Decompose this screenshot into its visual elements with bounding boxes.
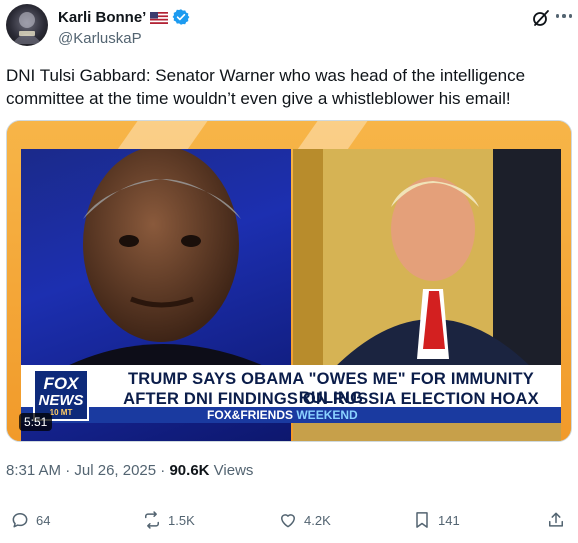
heart-icon <box>281 514 295 528</box>
bookmark-icon <box>416 512 428 528</box>
avatar-image <box>12 12 42 44</box>
name-line: Karli Bonne’ <box>58 6 190 28</box>
program-suffix: WEEKEND <box>296 408 358 422</box>
logo-top: FOX <box>43 374 79 393</box>
meta-separator-2: · <box>156 462 170 479</box>
repost-icon <box>145 511 159 529</box>
video-duration: 5:51 <box>19 413 53 431</box>
views-count: 90.6K <box>169 462 210 479</box>
share-button[interactable] <box>546 510 566 530</box>
us-flag-icon <box>150 11 169 24</box>
news-chyron: TRUMP SAYS OBAMA "OWES ME" FOR IMMUNITY … <box>21 365 561 413</box>
verified-badge-icon[interactable] <box>172 8 190 26</box>
repost-count: 1.5K <box>168 512 195 528</box>
repost-button[interactable]: 1.5K <box>142 510 195 530</box>
tweet-header: Karli Bonne’ @KarluskaP <box>6 4 572 50</box>
logo-bottom: NEWS <box>38 392 84 409</box>
handle[interactable]: @KarluskaP <box>58 30 142 47</box>
display-name[interactable]: Karli Bonne’ <box>58 9 146 26</box>
reply-icon <box>12 513 28 528</box>
tweet-text: DNI Tulsi Gabbard: Senator Warner who wa… <box>6 66 526 108</box>
program-name: FOX&FRIENDS WEEKEND <box>207 408 358 422</box>
bookmark-button[interactable]: 141 <box>412 510 460 530</box>
portrait-right-image <box>293 149 561 369</box>
reply-count: 64 <box>36 512 51 528</box>
tweet-time[interactable]: 8:31 AM <box>6 462 61 479</box>
reply-button[interactable]: 64 <box>10 510 50 530</box>
bookmark-count: 141 <box>438 512 460 528</box>
tweet-actions: 64 1.5K 4.2K 141 <box>6 510 572 538</box>
like-count: 4.2K <box>304 512 331 528</box>
grok-icon[interactable] <box>532 9 550 27</box>
like-button[interactable]: 4.2K <box>278 510 331 530</box>
tweet-date[interactable]: Jul 26, 2025 <box>74 462 156 479</box>
program-title: FOX&FRIENDS <box>207 408 294 422</box>
avatar[interactable] <box>6 4 48 46</box>
meta-separator: · <box>61 462 75 479</box>
views-label: Views <box>209 462 254 479</box>
video-player[interactable]: TRUMP SAYS OBAMA "OWES ME" FOR IMMUNITY … <box>6 120 572 442</box>
share-icon <box>549 512 563 527</box>
portrait-left-image <box>61 149 271 369</box>
tweet-meta: 8:31 AM · Jul 26, 2025 · 90.6K Views <box>6 462 253 479</box>
more-options-icon[interactable] <box>556 14 572 20</box>
